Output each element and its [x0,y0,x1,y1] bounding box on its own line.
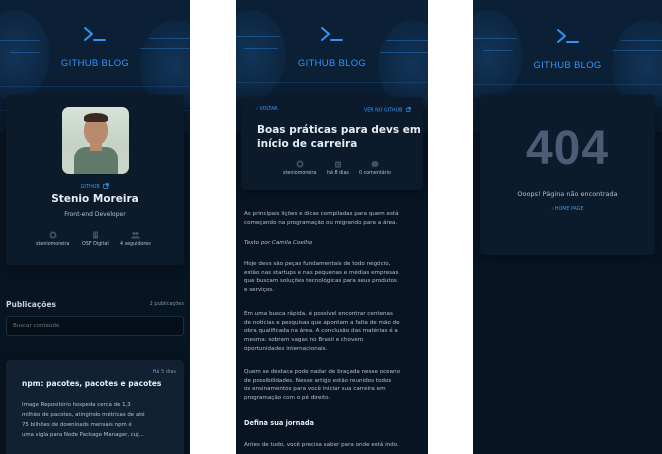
post-username: steniomoreira [283,160,316,176]
logo-icon [556,29,579,43]
github-icon [49,231,57,239]
external-link-icon [406,107,411,112]
post-paragraph-3: Quem se destaca pode nadar de braçada ne… [244,368,424,403]
company-text: OSF Digital [82,242,109,247]
post-title: npm: pacotes, pacotes e pacotes [22,379,162,388]
profile-username: steniomoreira [36,231,69,247]
post-comments: 0 comentário [359,160,391,176]
brand-title: GITHUB BLOG [297,58,367,69]
profile-card: GITHUB Stenio Moreira Front-end Develope… [6,95,184,265]
not-found-card: 404 Ooops! Página não encontrada ‹ HOME … [480,95,655,255]
building-icon [92,231,98,239]
post-date: Há 5 dias [152,369,176,375]
back-label: VOLTAR [259,107,278,112]
publications-title: Publicações [6,300,57,309]
text-line: de possibilidades. Nesse artigo estão re… [244,377,392,384]
text-line: que buscam soluções tecnológicas para se… [244,278,397,285]
home-page-link[interactable]: ‹ HOME PAGE [480,207,655,212]
chevron-left-icon: ‹ [551,207,554,212]
not-found-screen: GITHUB BLOG 404 Ooops! Página não encont… [473,0,662,454]
username-text: steniomoreira [36,242,70,247]
post-title-line: Boas práticas para devs em [257,124,421,136]
text-line: começando na programação ou migrando par… [244,219,398,226]
post-title: Boas práticas para devs em início de car… [257,123,421,151]
github-post-link[interactable]: VER NO GITHUB [364,107,411,114]
post-excerpt-line: Image Repositório hospeda cerca de 1,3 [22,402,131,408]
post-paragraph-2: Em uma busca rápida, é possível encontra… [244,310,424,354]
home-screen: GITHUB BLOG GITHUB Stenio Moreira Front-… [0,0,190,454]
profile-followers: 4 seguidores [120,231,151,247]
text-line: estão nas startups e nas pequenas e médi… [244,269,399,276]
profile-company: OSF Digital [82,231,109,247]
brand-title: GITHUB BLOG [60,58,130,69]
post-heading: Defina sua jornada [244,419,314,427]
date-text: há 8 dias [327,171,349,176]
text-line: e serviços. [244,287,274,294]
logo-icon [321,27,343,41]
post-author: Texto por Camila Coelho [244,240,313,246]
profile-role: Front-end Developer [64,211,126,218]
post-excerpt-line: 75 bilhões de downloads mensais npm é [22,422,132,428]
search-input[interactable] [6,316,184,336]
username-text: steniomoreira [283,171,317,176]
post-card[interactable]: Há 5 dias npm: pacotes, pacotes e pacote… [6,360,184,454]
github-icon [296,160,304,168]
post-intro: As principais lições e dicas compiladas … [244,210,424,227]
chevron-left-icon: ‹ [256,107,258,112]
github-link[interactable]: GITHUB [6,183,184,190]
text-line: Em uma busca rápida, é possível encontra… [244,311,393,317]
text-line: os ensinamentos para você iniciar sua ca… [244,386,386,393]
post-screen: GITHUB BLOG ‹ VOLTAR VER NO GITHUB Boas … [236,0,428,454]
post-info-card: ‹ VOLTAR VER NO GITHUB Boas práticas par… [241,97,423,190]
followers-text: 4 seguidores [120,242,151,247]
users-icon [130,232,140,239]
publications-count: 2 publicações [149,301,184,307]
profile-name: Stenio Moreira [51,193,139,205]
text-line: Antes de tudo, você precisa saber para o… [244,442,399,448]
post-date: há 8 dias [327,160,349,176]
post-excerpt-line: uma sigla para Node Package Manager, cuj… [22,432,144,438]
external-link-icon [103,183,110,189]
text-line: programação com o pé direito. [244,395,331,402]
avatar [62,107,129,174]
text-line: As principais lições e dicas compiladas … [244,211,399,217]
error-message: Ooops! Página não encontrada [517,190,618,198]
post-excerpt-line: milhão de pacotes, atingindo métricas de… [22,412,145,418]
post-paragraph-1: Hoje devs são peças fundamentais de todo… [244,260,424,295]
calendar-icon [334,161,341,168]
text-line: mesma: sobram vagas no Brasil e chovem [244,337,364,344]
text-line: Hoje devs são peças fundamentais de todo… [244,261,391,267]
github-post-label: VER NO GITHUB [363,108,403,114]
comments-text: 0 comentário [359,171,391,176]
logo-icon [84,27,106,41]
text-line: Quem se destaca pode nadar de braçada ne… [244,369,401,375]
comment-icon [371,161,379,168]
error-code: 404 [525,122,610,175]
home-page-label: HOME PAGE [554,207,584,212]
post-paragraph-4: Antes de tudo, você precisa saber para o… [244,441,424,450]
post-title-line: início de carreira [257,138,358,150]
text-line: de notícias e pesquisas que apontam a fa… [244,319,400,326]
github-link-label: GITHUB [80,184,100,190]
text-line: obra qualificada na área. A conclusão da… [244,328,398,335]
back-link[interactable]: ‹ VOLTAR [256,107,278,112]
text-line: oportunidades internacionais. [244,345,328,352]
brand-title: GITHUB BLOG [533,60,602,71]
